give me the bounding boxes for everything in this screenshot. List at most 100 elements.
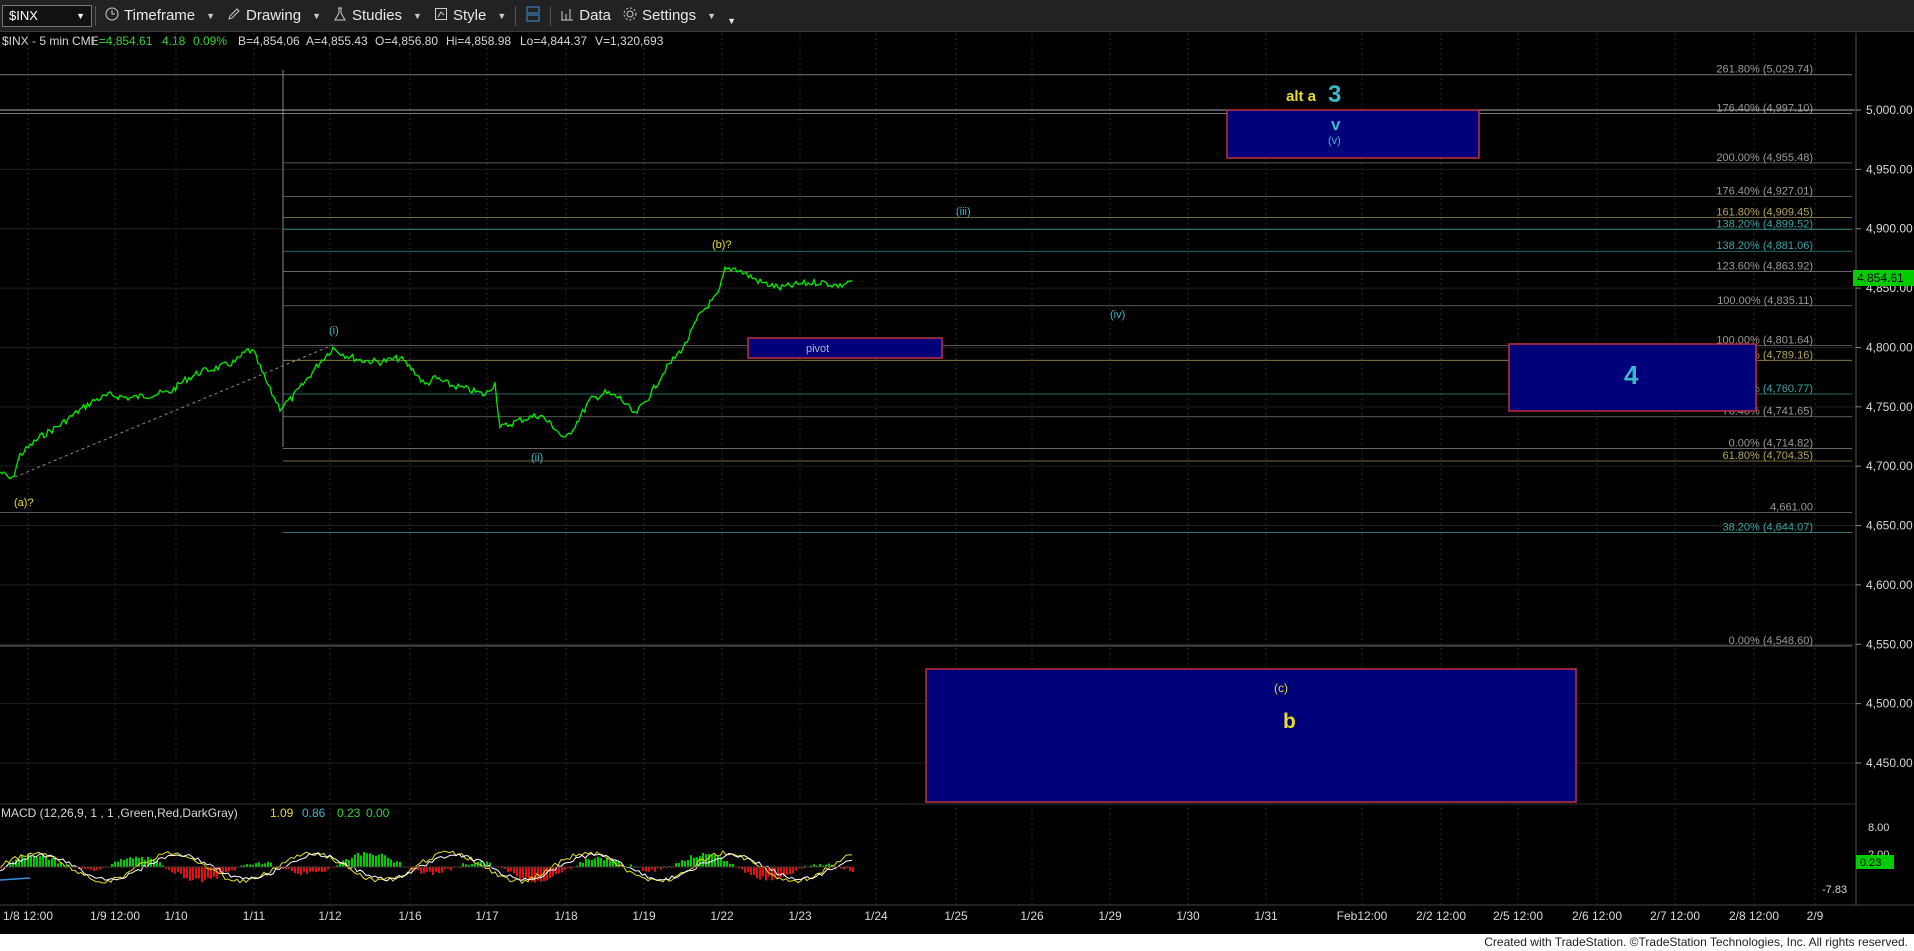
alt-3-label: 3 (1328, 81, 1341, 108)
macd-bar (93, 867, 95, 871)
macd-bar (135, 856, 137, 867)
macd-bar (36, 857, 38, 867)
macd-bar (654, 867, 656, 872)
macd-bar (588, 859, 590, 867)
fib-level-label: 38.20% (4,644.07) (1722, 522, 1813, 534)
macd-bar (516, 867, 518, 877)
macd-bar (681, 860, 683, 867)
macd-bar (684, 861, 686, 867)
macd-bar (717, 856, 719, 867)
macd-bar (450, 867, 452, 871)
wave-iii-label: (iii) (956, 206, 971, 218)
wave-a-label: (a)? (14, 497, 34, 509)
macd-bar (354, 854, 356, 867)
time-tick-label: 1/19 (632, 909, 656, 923)
macd-bar (225, 867, 227, 873)
time-tick-label: 1/17 (475, 909, 499, 923)
time-tick-label: 1/29 (1098, 909, 1122, 923)
data-button[interactable]: Data (554, 3, 617, 29)
toolbar-separator (550, 5, 552, 26)
macd-bar (429, 867, 431, 872)
macd-bar (393, 862, 395, 867)
time-tick-label: 1/16 (398, 909, 422, 923)
macd-bar (39, 855, 41, 867)
macd-bar (762, 867, 764, 877)
price-axis[interactable]: 5,000.004,950.004,900.004,850.004,800.00… (1856, 103, 1913, 770)
macd-bar (678, 862, 680, 867)
time-tick-label: 2/6 12:00 (1572, 909, 1622, 923)
wave-c-zone[interactable] (925, 668, 1577, 803)
macd-bar (645, 867, 647, 872)
macd-bar (366, 853, 368, 867)
macd-bar (603, 860, 605, 867)
high-price: Hi=4,858.98 (446, 34, 511, 48)
macd-bar (387, 857, 389, 867)
macd-bar (192, 867, 194, 881)
macd-bar (534, 867, 536, 883)
wave-ii-label: (ii) (531, 452, 543, 464)
price-tick-label: 4,950.00 (1866, 162, 1913, 176)
price-line (0, 265, 853, 480)
macd-bar (756, 867, 758, 879)
macd-bar (120, 859, 122, 867)
macd-bar (708, 853, 710, 867)
bar-chart-icon (560, 7, 574, 25)
time-tick-label: 2/7 12:00 (1650, 909, 1700, 923)
macd-bar (30, 856, 32, 867)
timeframe-button[interactable]: Timeframe ▼ (99, 3, 221, 29)
macd-bar (750, 867, 752, 876)
macd-bar (585, 858, 587, 867)
pencil-icon (227, 7, 241, 25)
style-button[interactable]: Style ▼ (428, 3, 512, 29)
macd-bar (396, 861, 398, 867)
wave-c-label: (c) (1274, 681, 1288, 695)
time-tick-label: Feb12:00 (1337, 909, 1388, 923)
fib-level-label: 100.00% (4,835.11) (1717, 295, 1813, 307)
macd-bar (609, 860, 611, 867)
last-price: L=4,854.61 (92, 34, 153, 48)
symbol-selector[interactable]: $INX ▼ (2, 4, 92, 27)
trendline[interactable] (14, 344, 334, 478)
chevron-down-icon: ▼ (413, 10, 422, 21)
change-pct: 0.09% (193, 34, 227, 48)
footer-credit: Created with TradeStation. ©TradeStation… (0, 934, 1914, 951)
macd-bar (204, 867, 206, 880)
layout-button[interactable] (519, 3, 547, 29)
pivot-zone[interactable] (747, 337, 943, 359)
macd-bar (726, 861, 728, 867)
bid-price: B=4,854.06 (238, 34, 300, 48)
macd-bar (255, 863, 257, 867)
price-tick-label: 4,650.00 (1866, 519, 1913, 533)
macd-bar (117, 861, 119, 867)
macd-bar (759, 867, 761, 880)
macd-bar (186, 867, 188, 879)
last-price-axis-label: 4,854.61 (1857, 271, 1904, 285)
macd-bar (582, 862, 584, 867)
wave-v-target-zone[interactable] (1226, 109, 1480, 159)
macd-bar (432, 867, 434, 875)
macd-bar (369, 853, 371, 867)
chart-area[interactable]: $INX - 5 min CME L=4,854.61 4.18 0.09% B… (0, 33, 1914, 934)
macd-bar (258, 862, 260, 867)
low-price: Lo=4,844.37 (520, 34, 587, 48)
macd-bar (321, 867, 323, 872)
settings-button[interactable]: Settings ▼ ▼ (617, 3, 742, 29)
macd-bar (315, 867, 317, 873)
macd-bar (228, 867, 230, 872)
chevron-down-icon: ▼ (707, 10, 717, 21)
studies-button[interactable]: Studies ▼ (327, 3, 428, 29)
drawing-button[interactable]: Drawing ▼ (221, 3, 327, 29)
macd-bar (123, 859, 125, 867)
macd-bar (648, 867, 650, 872)
macd-bar (303, 867, 305, 872)
macd-bar (129, 857, 131, 867)
time-tick-label: 2/5 12:00 (1493, 909, 1543, 923)
flask-icon (333, 7, 347, 25)
time-tick-label: 1/11 (243, 909, 266, 923)
macd-title: MACD (12,26,9, 1 , 1 ,Green,Red,DarkGray… (1, 806, 238, 820)
fib-level-label: 261.80% (5,029.74) (1716, 64, 1813, 76)
macd-bar (462, 863, 464, 867)
time-axis[interactable]: 1/8 12:00 1/9 12:00 1/10 1/11 1/12 1/16 1/17 1/… (3, 909, 1824, 923)
macd-bar (579, 861, 581, 867)
studies-label: Studies (352, 7, 403, 24)
